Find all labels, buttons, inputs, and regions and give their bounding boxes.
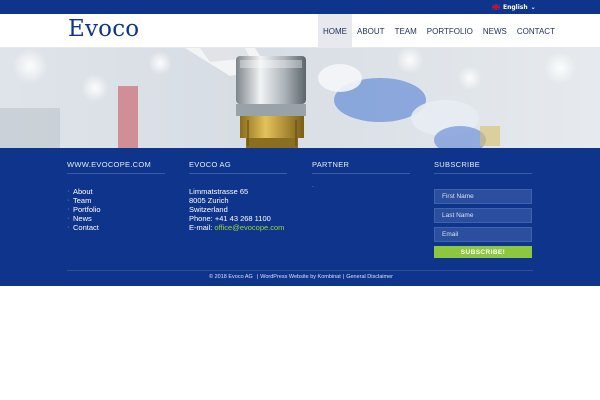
footer-col-website: WWW.EVOCOPE.COM About Team Portfolio New… (67, 160, 165, 232)
footer-col-title: PARTNER (312, 160, 410, 174)
footer-col-subscribe: SUBSCRIBE (434, 160, 532, 174)
nav-contact[interactable]: CONTACT (512, 14, 560, 48)
address-city: 8005 Zurich (189, 196, 229, 205)
copyright-bar: © 2018 Evoco AG | WordPress Website by Kom… (0, 274, 600, 280)
company-address: Limmatstrasse 65 8005 Zurich Switzerland… (189, 187, 287, 232)
top-bar: English ⌄ (0, 0, 600, 14)
subscribe-button[interactable]: SUBSCRIBE! (434, 246, 532, 258)
footer-col-title: EVOCO AG (189, 160, 287, 174)
footer-link-about[interactable]: About (67, 186, 165, 196)
main-nav: HOME ABOUT TEAM PORTFOLIO NEWS CONTACT (318, 14, 560, 48)
footer-col-title: SUBSCRIBE (434, 160, 532, 174)
hero-slider[interactable] (0, 48, 600, 148)
site-header: Evoco HOME ABOUT TEAM PORTFOLIO NEWS CON… (0, 14, 600, 48)
robot-arm-image (0, 48, 600, 148)
nav-news[interactable]: NEWS (478, 14, 512, 48)
address-country: Switzerland (189, 205, 228, 214)
wordpress-credit-link[interactable]: WordPress Website by Kombinat (260, 274, 341, 280)
nav-team[interactable]: TEAM (390, 14, 422, 48)
copyright-text: © 2018 Evoco AG (209, 274, 253, 280)
partner-bullet: · (312, 184, 314, 191)
email-link[interactable]: office@evocope.com (214, 223, 284, 232)
nav-portfolio[interactable]: PORTFOLIO (422, 14, 478, 48)
email-label: E-mail: (189, 223, 215, 232)
footer-divider (67, 270, 533, 271)
last-name-input[interactable] (434, 208, 532, 223)
language-selector[interactable]: English ⌄ (492, 2, 536, 12)
language-label: English (503, 3, 528, 11)
footer-link-news[interactable]: News (67, 213, 165, 223)
separator: | (256, 274, 259, 280)
nav-about[interactable]: ABOUT (352, 14, 390, 48)
email-input[interactable] (434, 227, 532, 242)
address-phone: Phone: +41 43 268 1100 (189, 214, 271, 223)
first-name-input[interactable] (434, 189, 532, 204)
separator: | (342, 274, 345, 280)
uk-flag-icon (492, 4, 500, 10)
address-email-row: E-mail: office@evocope.com (189, 223, 287, 232)
footer-links: About Team Portfolio News Contact (67, 186, 165, 232)
footer-col-partner: PARTNER · (312, 160, 410, 191)
footer-col-company: EVOCO AG Limmatstrasse 65 8005 Zurich Sw… (189, 160, 287, 232)
logo[interactable]: Evoco (68, 16, 139, 42)
subscribe-form: SUBSCRIBE! (434, 189, 532, 258)
footer-link-team[interactable]: Team (67, 195, 165, 205)
footer-link-contact[interactable]: Contact (67, 222, 165, 232)
general-disclaimer-link[interactable]: General Disclaimer (346, 274, 393, 280)
footer-col-title: WWW.EVOCOPE.COM (67, 160, 165, 174)
footer-link-portfolio[interactable]: Portfolio (67, 204, 165, 214)
address-street: Limmatstrasse 65 (189, 187, 249, 196)
chevron-down-icon: ⌄ (530, 3, 536, 11)
nav-home[interactable]: HOME (318, 14, 352, 48)
